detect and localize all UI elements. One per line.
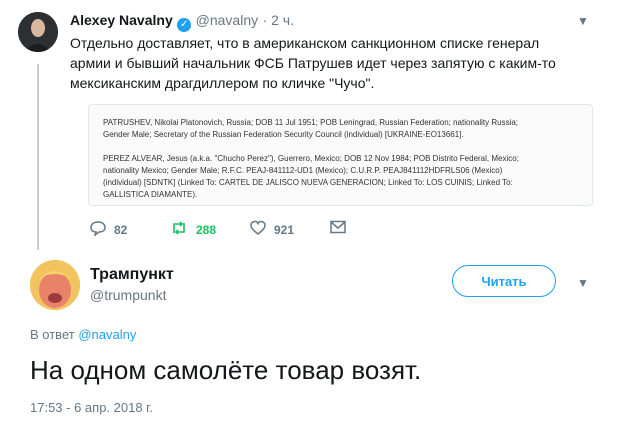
tweet-text: Отдельно доставляет, что в американском … xyxy=(70,33,570,93)
tweet-text-line: Отдельно доставляет, что в американском … xyxy=(70,35,540,51)
author-handle[interactable]: @trumpunkt xyxy=(90,287,174,303)
tweet-timestamp[interactable]: 17:53 - 6 апр. 2018 г. xyxy=(30,400,153,415)
like-action[interactable]: 921 xyxy=(250,220,294,240)
in-reply-handle-link[interactable]: @navalny xyxy=(78,327,136,342)
author-handle[interactable]: @navalny xyxy=(196,12,258,28)
tweet-text-line: мексиканским драгдиллером по кличке "Чуч… xyxy=(70,75,375,91)
card-text-line: Gender Male; Secretary of the Russian Fe… xyxy=(103,130,464,139)
reply-author-block[interactable]: Трампункт @trumpunkt xyxy=(90,266,174,303)
in-reply-prefix: В ответ xyxy=(30,327,75,342)
follow-button[interactable]: Читать xyxy=(452,265,556,297)
card-text-line: nationality Mexico; Gender Male; R.F.C. … xyxy=(103,166,503,175)
card-text-line: PEREZ ALVEAR, Jesus (a.k.a. "Chucho Pere… xyxy=(103,154,519,163)
avatar[interactable] xyxy=(18,12,58,52)
card-text-line: GALLISTICA DIAMANTE). xyxy=(103,190,198,199)
message-action[interactable] xyxy=(330,220,354,238)
reply-text: На одном самолёте товар возят. xyxy=(30,355,422,385)
reply-count: 82 xyxy=(114,223,128,237)
in-reply-to: В ответ @navalny xyxy=(30,327,136,342)
attached-image[interactable]: PATRUSHEV, Nikolai Platonovich, Russia; … xyxy=(88,104,593,206)
reply-icon xyxy=(90,220,106,240)
card-text-line: (individual) [SDNTK] (Linked To: CARTEL … xyxy=(103,178,513,187)
tweet-time[interactable]: · 2 ч. xyxy=(263,12,294,28)
author-name[interactable]: Alexey Navalny xyxy=(70,12,173,28)
chevron-down-icon[interactable]: ▼ xyxy=(577,14,589,28)
verified-icon: ✓ xyxy=(177,18,192,32)
like-count: 921 xyxy=(274,223,295,237)
like-icon xyxy=(250,220,266,240)
retweet-action[interactable]: 288 xyxy=(170,220,216,240)
chevron-down-icon[interactable]: ▼ xyxy=(577,276,589,290)
thread-line xyxy=(37,64,39,250)
tweet-header: Alexey Navalny ✓ @navalny · 2 ч. xyxy=(70,12,294,32)
card-text-line: PATRUSHEV, Nikolai Platonovich, Russia; … xyxy=(103,118,519,127)
message-icon xyxy=(330,220,346,238)
retweet-count: 288 xyxy=(196,223,217,237)
tweet-text-line: армии и бывший начальник ФСБ Патрушев ид… xyxy=(70,55,556,71)
author-name[interactable]: Трампункт xyxy=(90,266,174,284)
avatar[interactable] xyxy=(30,260,80,310)
reply-action[interactable]: 82 xyxy=(90,220,127,240)
retweet-icon xyxy=(170,220,188,240)
